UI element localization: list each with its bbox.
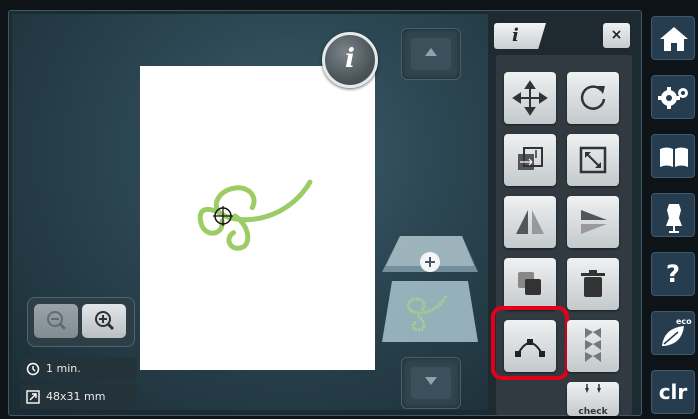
scale-icon bbox=[518, 147, 543, 170]
dress-form-icon bbox=[666, 204, 682, 233]
close-button[interactable]: × bbox=[603, 23, 630, 48]
arrow-up-icon bbox=[425, 48, 437, 56]
resize-icon bbox=[26, 390, 40, 404]
mirror-horizontal-icon bbox=[516, 210, 544, 234]
embroidery-design[interactable] bbox=[140, 66, 375, 370]
zoom-out-icon bbox=[47, 311, 67, 331]
eco-label: eco bbox=[676, 317, 692, 326]
mirror-vertical-icon bbox=[581, 210, 607, 234]
zoom-out-button[interactable] bbox=[34, 304, 78, 338]
trash-icon bbox=[581, 270, 605, 297]
motif-stack-button[interactable] bbox=[567, 320, 619, 372]
rotate-button[interactable] bbox=[567, 72, 619, 124]
help-button[interactable]: ? bbox=[651, 252, 695, 296]
settings-button[interactable] bbox=[651, 75, 695, 119]
zoom-controls bbox=[27, 297, 135, 347]
check-button[interactable]: check bbox=[567, 382, 619, 417]
home-button[interactable] bbox=[651, 16, 695, 60]
rotate-icon bbox=[580, 85, 606, 110]
clock-icon bbox=[26, 362, 40, 376]
info-button[interactable]: i bbox=[322, 32, 378, 88]
book-icon bbox=[660, 147, 688, 167]
tutorial-button[interactable] bbox=[651, 134, 695, 178]
duplicate-button[interactable] bbox=[504, 258, 556, 310]
scale-proportional-button[interactable] bbox=[567, 134, 619, 186]
mirror-horizontal-button[interactable] bbox=[504, 196, 556, 248]
home-icon bbox=[660, 27, 688, 51]
scale-diagonal-icon bbox=[579, 146, 607, 174]
move-button[interactable] bbox=[504, 72, 556, 124]
zoom-in-button[interactable] bbox=[82, 304, 126, 338]
eco-button[interactable]: eco bbox=[651, 311, 695, 355]
check-label: check bbox=[578, 407, 608, 417]
info-tab[interactable]: i bbox=[494, 23, 546, 49]
layer-up-button[interactable] bbox=[401, 28, 461, 80]
zoom-in-icon bbox=[95, 311, 115, 331]
butterfly-icon bbox=[585, 328, 601, 362]
screen: i 1 min. 48x31 mm i × check ? eco clr bbox=[0, 0, 698, 419]
mirror-vertical-button[interactable] bbox=[567, 196, 619, 248]
duplicate-icon bbox=[518, 272, 541, 295]
arrow-down-icon bbox=[425, 377, 437, 385]
gears-icon bbox=[658, 87, 688, 109]
design-size-value: 48x31 mm bbox=[46, 390, 106, 403]
design-size-status: 48x31 mm bbox=[20, 385, 137, 409]
hoop-canvas[interactable] bbox=[140, 66, 375, 370]
stitch-time-status: 1 min. bbox=[20, 357, 137, 381]
resize-button[interactable] bbox=[504, 134, 556, 186]
clear-button[interactable]: clr bbox=[651, 370, 695, 414]
highlight-frame bbox=[491, 306, 569, 380]
creative-consultant-button[interactable] bbox=[651, 193, 695, 237]
layer-down-button[interactable] bbox=[401, 357, 461, 409]
delete-button[interactable] bbox=[567, 258, 619, 310]
layer-stack[interactable] bbox=[382, 236, 478, 350]
check-arrows-icon bbox=[585, 384, 601, 393]
stitch-time-value: 1 min. bbox=[46, 362, 81, 375]
move-arrows-icon bbox=[512, 80, 548, 116]
